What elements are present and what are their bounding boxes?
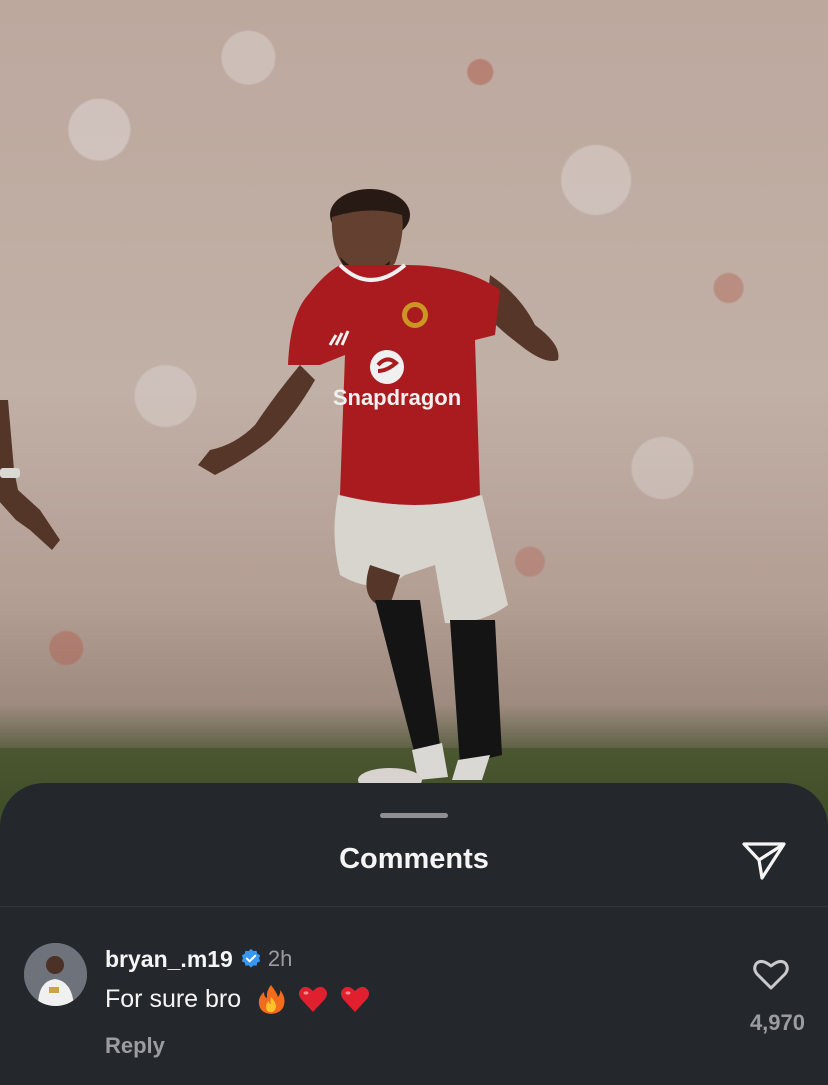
share-button[interactable] [740, 838, 788, 882]
comment-item: bryan_.m19 2h For sure bro Reply 4,970 [0, 907, 828, 1085]
like-button[interactable] [752, 957, 790, 991]
photo-dim-overlay [0, 0, 828, 860]
comment-timestamp: 2h [267, 946, 293, 971]
post-photo: Snapdragon [0, 0, 828, 860]
comment-text: For sure bro [105, 984, 242, 1013]
like-count: 4,970 [749, 1010, 805, 1035]
fire-emoji-icon [259, 985, 285, 1014]
reply-button[interactable]: Reply [105, 1033, 165, 1059]
comment-username[interactable]: bryan_.m19 [105, 946, 233, 973]
sheet-title: Comments [339, 843, 489, 875]
sheet-grabber-handle[interactable] [380, 813, 448, 818]
avatar[interactable] [24, 943, 87, 1006]
comment-body: For sure bro [105, 983, 371, 1015]
comment-header: bryan_.m19 2h [105, 945, 292, 973]
heart-outline-icon [753, 959, 789, 990]
red-heart-emoji-icon [299, 986, 328, 1012]
comments-sheet: Comments bryan_.m19 2h For sure bro Repl… [0, 783, 828, 1085]
red-heart-emoji-icon [341, 986, 370, 1012]
verified-badge-icon [241, 948, 261, 968]
paper-plane-icon [742, 842, 786, 880]
avatar-image [24, 943, 87, 1006]
